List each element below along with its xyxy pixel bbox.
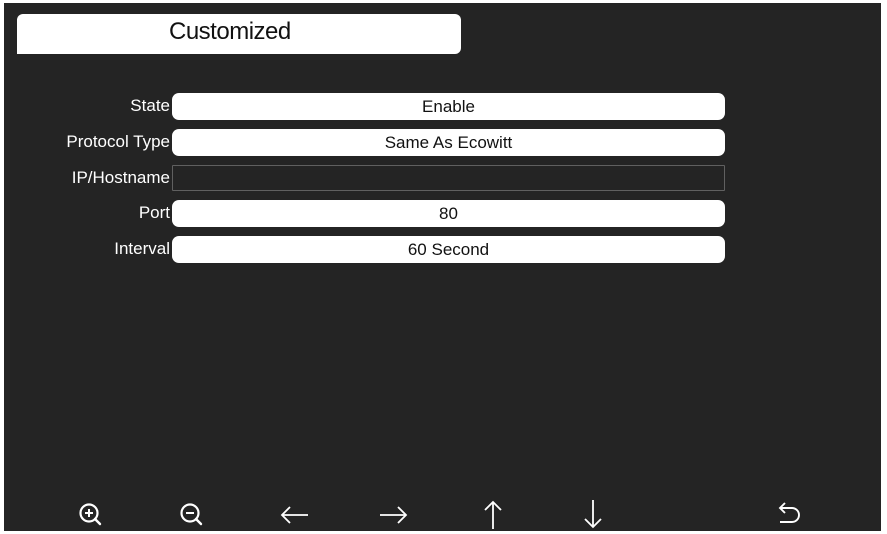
- back-button[interactable]: [772, 497, 808, 531]
- ip-hostname-field[interactable]: [172, 165, 725, 191]
- state-row: State Enable: [4, 93, 881, 120]
- port-row: Port 80: [4, 200, 881, 227]
- arrow-right-icon: [380, 506, 408, 524]
- port-label: Port: [138, 203, 170, 222]
- protocol-type-row: Protocol Type Same As Ecowitt: [4, 129, 881, 156]
- arrow-right-button[interactable]: [376, 497, 412, 531]
- state-label: State: [130, 96, 170, 115]
- protocol-type-field[interactable]: Same As Ecowitt: [172, 129, 725, 156]
- screen: Customized State Enable Protocol Type Sa…: [4, 3, 881, 531]
- title-tab: Customized: [17, 14, 461, 54]
- page-title: Customized: [169, 18, 291, 45]
- ip-hostname-label: IP/Hostname: [71, 168, 170, 187]
- zoom-in-button[interactable]: [72, 497, 108, 531]
- interval-label: Interval: [114, 239, 170, 258]
- protocol-type-label: Protocol Type: [66, 132, 170, 151]
- interval-field[interactable]: 60 Second: [172, 236, 725, 263]
- arrow-left-button[interactable]: [276, 497, 312, 531]
- back-icon: [778, 502, 800, 523]
- zoom-in-icon: [79, 503, 102, 526]
- port-field[interactable]: 80: [172, 200, 725, 227]
- zoom-out-button[interactable]: [173, 497, 209, 531]
- arrow-left-icon: [280, 506, 308, 524]
- arrow-down-button[interactable]: [575, 497, 611, 531]
- arrow-down-icon: [584, 500, 602, 529]
- zoom-out-icon: [180, 503, 203, 526]
- interval-row: Interval 60 Second: [4, 236, 881, 263]
- state-field[interactable]: Enable: [172, 93, 725, 120]
- arrow-up-button[interactable]: [475, 497, 511, 531]
- ip-hostname-row: IP/Hostname: [4, 165, 881, 192]
- arrow-up-icon: [484, 500, 502, 529]
